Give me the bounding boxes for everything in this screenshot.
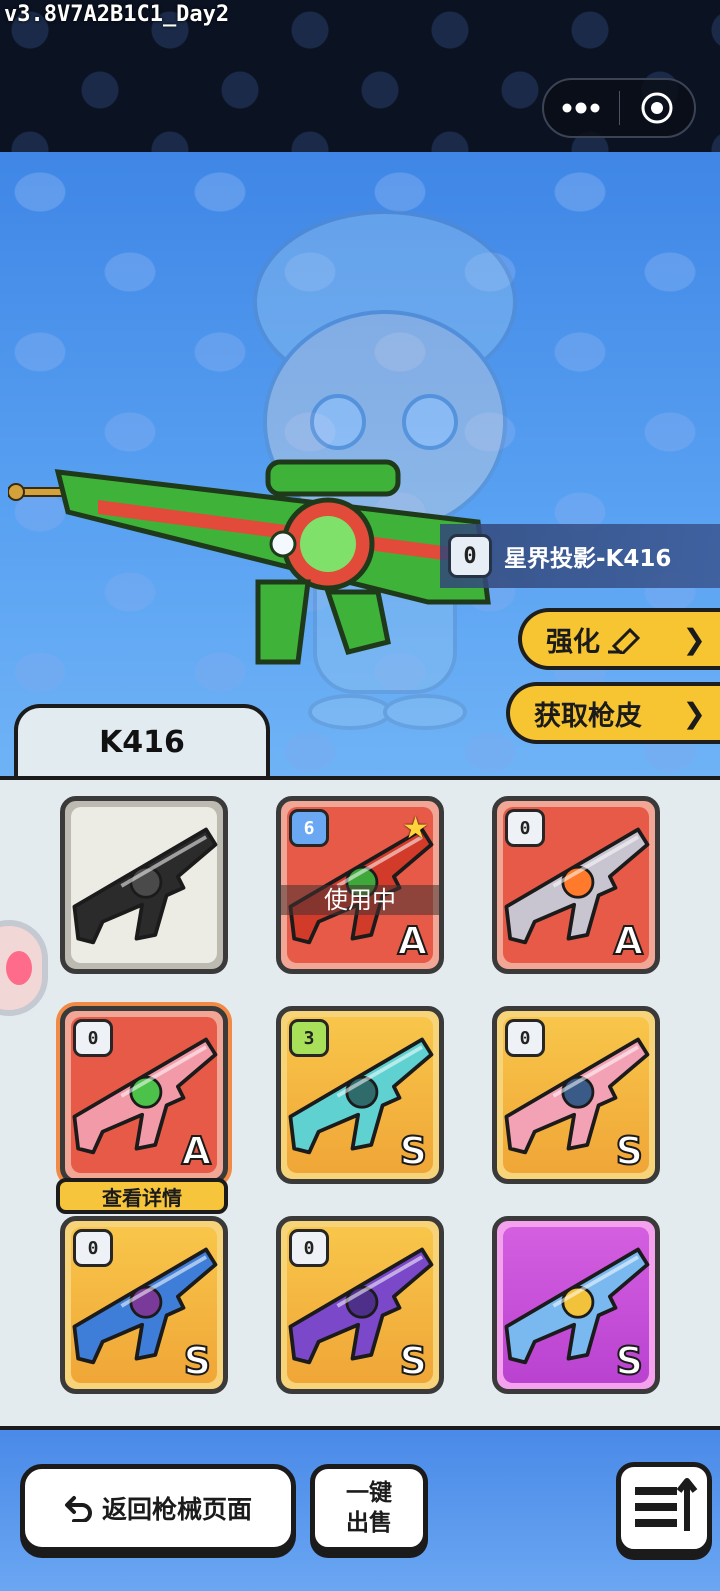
drawer-indicator-icon — [6, 951, 32, 985]
back-label: 返回枪械页面 — [101, 1495, 252, 1524]
gun-skin-thumbnail — [72, 827, 218, 945]
get-skin-button[interactable]: 获取枪皮 ❯ — [506, 682, 720, 744]
chevron-right-icon: ❯ — [682, 623, 706, 656]
enhance-label: 强化 — [546, 626, 600, 658]
skin-level-badge: 0 — [505, 809, 545, 847]
skin-level-badge: 3 — [289, 1019, 329, 1057]
rarity-grade: A — [397, 918, 428, 964]
skin-level-badge: 0 — [289, 1229, 329, 1267]
skin-card[interactable]: S — [492, 1216, 660, 1394]
skin-level-badge: 0 — [505, 1019, 545, 1057]
skin-card[interactable] — [60, 796, 228, 974]
chevron-right-icon: ❯ — [682, 697, 706, 730]
skin-card[interactable]: 0S — [492, 1006, 660, 1184]
get-skin-label: 获取枪皮 — [534, 700, 642, 732]
skin-card[interactable]: 0A — [60, 1006, 228, 1184]
version-label: v3.8V7A2B1C1_Day2 — [4, 2, 230, 27]
mini-program-capsule — [542, 78, 696, 138]
skin-card[interactable]: 0S — [276, 1216, 444, 1394]
skin-level-badge: 6 — [289, 809, 329, 847]
enhance-button[interactable]: 强化 ❯ — [518, 608, 720, 670]
in-use-label: 使用中 — [281, 885, 439, 915]
rarity-grade: S — [615, 1128, 644, 1174]
more-button[interactable] — [544, 80, 619, 136]
skin-level-badge: 0 — [73, 1019, 113, 1057]
sort-list-icon — [635, 1478, 698, 1531]
rarity-grade: S — [183, 1338, 212, 1384]
skin-level-badge: 0 — [73, 1229, 113, 1267]
return-arrow-icon — [64, 1496, 92, 1522]
skin-name: 星界投影-K416 — [504, 546, 672, 572]
skin-card[interactable]: 6 ★ 使用中 A — [276, 796, 444, 974]
tab-k416[interactable]: K416 — [14, 704, 270, 776]
favorite-star-icon: ★ — [402, 811, 429, 846]
sell-label-line2: 出售 — [346, 1510, 392, 1536]
skin-card[interactable]: 0A — [492, 796, 660, 974]
rarity-grade: A — [181, 1128, 212, 1174]
close-miniprogram-button[interactable] — [620, 80, 695, 136]
rarity-grade: S — [615, 1338, 644, 1384]
top-bar: v3.8V7A2B1C1_Day2 — [0, 0, 720, 152]
rarity-grade: A — [613, 918, 644, 964]
rarity-grade: S — [399, 1128, 428, 1174]
quick-sell-button[interactable]: 一键 出售 — [310, 1464, 428, 1552]
skin-card[interactable]: 3S — [276, 1006, 444, 1184]
skin-card[interactable]: 0S — [60, 1216, 228, 1394]
skin-level-badge: 0 — [448, 534, 492, 578]
target-circle-icon — [641, 92, 673, 124]
sell-label-line1: 一键 — [346, 1480, 392, 1506]
hammer-icon — [608, 627, 641, 654]
more-dots-icon — [562, 102, 600, 114]
skin-showcase: 0 星界投影-K416 强化 ❯ 获取枪皮 ❯ K416 — [0, 152, 720, 776]
sort-button[interactable] — [616, 1462, 712, 1554]
back-to-guns-button[interactable]: 返回枪械页面 — [20, 1464, 296, 1552]
skin-name-banner: 0 星界投影-K416 — [440, 524, 720, 588]
view-details-button[interactable]: 查看详情 — [56, 1178, 228, 1214]
rarity-grade: S — [399, 1338, 428, 1384]
